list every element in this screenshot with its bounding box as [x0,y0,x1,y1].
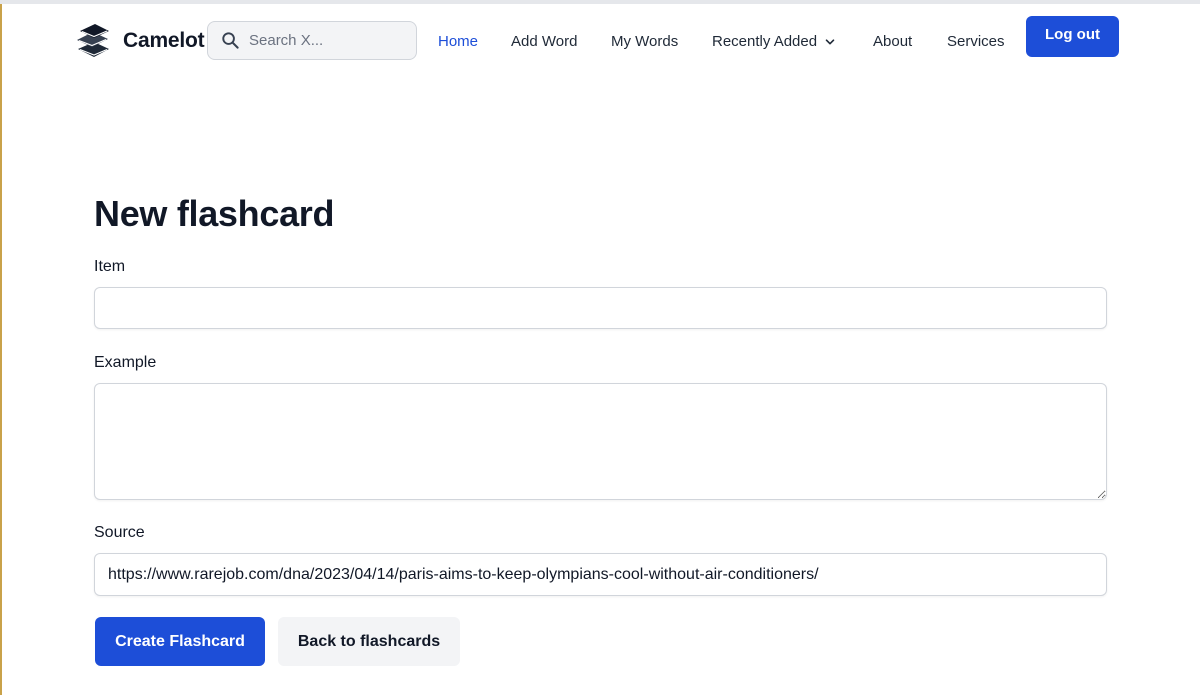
item-label: Item [94,258,126,275]
source-input[interactable] [94,553,1107,596]
nav-add-word[interactable]: Add Word [511,33,577,50]
nav-about[interactable]: About [873,33,912,50]
brand-link[interactable]: Camelot [74,22,205,60]
brand-name: Camelot [123,29,205,52]
nav-home[interactable]: Home [438,33,478,50]
nav-services[interactable]: Services [947,33,1005,50]
example-label: Example [94,354,157,371]
back-to-flashcards-button[interactable]: Back to flashcards [278,617,460,666]
example-textarea[interactable] [94,383,1107,500]
source-label: Source [94,524,145,541]
search-box[interactable] [207,21,417,60]
nav-my-words[interactable]: My Words [611,33,678,50]
stacked-books-icon [77,24,109,57]
chevron-down-icon [825,38,835,44]
search-input[interactable] [249,32,399,49]
page-title: New flashcard [94,193,335,234]
item-input[interactable] [94,287,1107,329]
window-edge [0,0,2,695]
create-flashcard-button[interactable]: Create Flashcard [95,617,265,666]
nav-recently-added[interactable]: Recently Added [712,33,835,50]
search-icon [222,32,239,49]
nav-recently-added-label: Recently Added [712,33,818,50]
navbar: Camelot Home Add Word My Words Recently … [0,4,1200,74]
logout-button[interactable]: Log out [1026,16,1119,57]
